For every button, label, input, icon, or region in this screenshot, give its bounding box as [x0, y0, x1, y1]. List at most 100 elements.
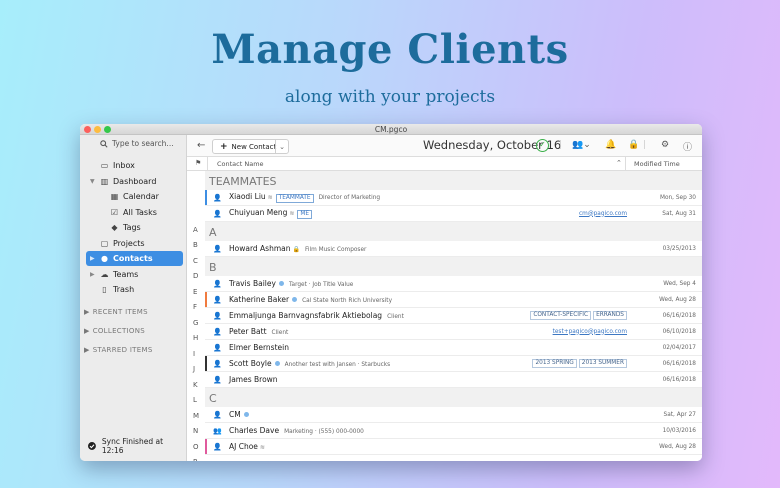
index-letter[interactable]: N [193, 427, 198, 435]
email-link[interactable]: test+pagico@pagico.com [553, 329, 627, 335]
index-letter[interactable]: D [193, 272, 198, 280]
sidebar-item-label: Trash [113, 285, 135, 294]
tag-label[interactable]: CONTACT-SPECIFIC [530, 311, 592, 320]
person-icon: 👤 [213, 410, 222, 419]
sort-chevron-icon[interactable]: ⌃ [616, 159, 622, 167]
column-divider [207, 157, 208, 170]
sidebar-item-tags[interactable]: ◆ Tags [110, 220, 141, 235]
calendar-icon: ▦ [110, 192, 119, 201]
table-row[interactable]: 👤 Howard Ashman 🔒 Film Music Composer 03/2… [205, 241, 702, 257]
color-label [205, 190, 207, 205]
inbox-icon: ▭ [100, 161, 109, 170]
section-collections[interactable]: ▶ COLLECTIONS [84, 327, 145, 335]
contact-subtitle: Marketing · (555) 000-0000 [284, 429, 364, 435]
app-window: CM.pgco Type to search... ▭ Inbox ▼ ▥ Da… [80, 124, 702, 461]
person-icon: 👤 [213, 442, 222, 451]
section-recent-items[interactable]: ▶ RECENT ITEMS [84, 308, 148, 316]
table-row[interactable]: 👤 Katherine Baker Cal State North Rich Un… [205, 292, 702, 308]
index-letter[interactable]: P [193, 458, 197, 461]
table-row[interactable]: 👤 Elmer Bernstein 02/04/2017 [205, 340, 702, 356]
tasks-icon: ☑ [110, 208, 119, 217]
contacts-icon: ● [101, 254, 108, 263]
tag-label[interactable]: 2013 SPRING [532, 359, 577, 368]
contact-name: Emmaljunga Barnvagnsfabrik Aktiebolag [229, 311, 383, 320]
table-row[interactable]: 👥 Charles Dave Marketing · (555) 000-0000… [205, 423, 702, 439]
trash-icon: ▯ [102, 285, 107, 294]
contact-name: Scott Boyle [229, 359, 272, 368]
disclosure-closed-icon[interactable]: ▶ [90, 255, 96, 262]
index-letter[interactable]: M [193, 412, 199, 420]
modified-time: Sat, Aug 31 [662, 210, 696, 217]
index-letter[interactable]: F [193, 303, 197, 311]
sidebar-item-projects[interactable]: ▢ Projects [100, 236, 145, 251]
index-letter[interactable]: A [193, 226, 198, 234]
group-header-c: C [205, 388, 702, 407]
index-letter[interactable]: J [193, 365, 195, 373]
lock-icon[interactable]: 🔒 [628, 140, 639, 150]
table-row[interactable]: 👤 James Brown 06/16/2018 [205, 372, 702, 388]
sidebar-item-label: Contacts [113, 254, 153, 263]
disclosure-closed-icon: ▶ [84, 327, 90, 335]
tag-label[interactable]: ERRANDS [593, 311, 627, 320]
index-letter[interactable]: O [193, 443, 199, 451]
back-arrow-icon[interactable]: ← [197, 140, 205, 151]
sidebar-item-inbox[interactable]: ▭ Inbox [100, 158, 135, 173]
index-letter[interactable]: B [193, 241, 198, 249]
index-letter[interactable]: I [193, 350, 195, 358]
tag-label[interactable]: 2013 SUMMER [578, 359, 627, 368]
sidebar-item-dashboard[interactable]: ▼ ▥ Dashboard [90, 174, 156, 189]
wifi-icon: ≋ [289, 210, 295, 217]
sidebar-item-label: Tags [123, 223, 141, 232]
search-placeholder: Type to search... [112, 139, 174, 148]
index-letter[interactable]: K [193, 381, 198, 389]
new-contact-button[interactable]: + New Contact ⌄ [212, 139, 289, 154]
section-starred-items[interactable]: ▶ STARRED ITEMS [84, 346, 153, 354]
hero-subtitle: along with your projects [284, 87, 496, 107]
column-modified-time[interactable]: Modified Time [634, 160, 680, 168]
disclosure-closed-icon[interactable]: ▶ [90, 271, 96, 278]
search-field[interactable]: Type to search... [100, 139, 174, 148]
sidebar-item-all-tasks[interactable]: ☑ All Tasks [110, 205, 157, 220]
table-row[interactable]: 👤 Peter Batt Client test+pagico@pagico.co… [205, 324, 702, 340]
table-row[interactable]: 👤 Travis Bailey Target · Job Title Value … [205, 276, 702, 292]
people-icon[interactable]: 👥⌄ [572, 140, 591, 150]
modified-time: 06/16/2018 [662, 312, 696, 319]
disclosure-open-icon[interactable]: ▼ [90, 178, 96, 185]
person-icon: 👤 [213, 295, 222, 304]
hero-title: Manage Clients [211, 26, 569, 73]
contact-list: TEAMMATES 👤 Xiaodi Liu ≋ TEAMMATE Director … [205, 171, 702, 461]
checkmark-icon[interactable]: ✓ [536, 139, 549, 152]
index-letter[interactable]: H [193, 334, 198, 342]
toolbar-divider: | [643, 140, 647, 150]
person-icon: 👤 [213, 343, 222, 352]
table-row[interactable]: 👤 Scott Boyle Another test with Jansen · … [205, 356, 702, 372]
bell-icon[interactable]: 🔔 [605, 140, 616, 150]
sync-text: Sync Finished at 12:16 [101, 437, 164, 455]
section-label: RECENT ITEMS [92, 308, 148, 316]
table-row[interactable]: 👤 Emmaljunga Barnvagnsfabrik Aktiebolag C… [205, 308, 702, 324]
index-letter[interactable]: G [193, 319, 198, 327]
title-bar: CM.pgco [80, 124, 702, 135]
sidebar-item-contacts[interactable]: ▶ ● Contacts [86, 251, 183, 266]
sidebar-item-calendar[interactable]: ▦ Calendar [110, 189, 159, 204]
index-letter[interactable]: C [193, 257, 198, 265]
contact-subtitle: Cal State North Rich University [302, 298, 393, 304]
contact-name: Chuiyuan Meng [229, 208, 288, 217]
info-icon[interactable]: ⓘ [683, 140, 692, 153]
table-row[interactable]: 👤 CM Sat, Apr 27 [205, 407, 702, 423]
teammate-badge: TEAMMATE [275, 194, 314, 203]
window-title: CM.pgco [374, 125, 408, 134]
flag-icon[interactable]: ⚑ [195, 159, 201, 167]
email-link[interactable]: cm@pagico.com [579, 211, 627, 217]
index-letter[interactable]: E [193, 288, 197, 296]
index-letter[interactable]: L [193, 396, 197, 404]
table-row[interactable]: 👤 AJ Choe ≋ Wed, Aug 28 [205, 439, 702, 455]
gear-icon[interactable]: ⚙ [661, 140, 669, 150]
sidebar-item-trash[interactable]: ▯ Trash [100, 282, 134, 297]
table-row[interactable]: 👤 Chuiyuan Meng ≋ ME cm@pagico.com Sat, Au… [205, 206, 702, 222]
group-icon: 👥 [213, 426, 222, 435]
column-contact-name[interactable]: Contact Name [217, 160, 264, 168]
table-row[interactable]: 👤 Xiaodi Liu ≋ TEAMMATE Director of Marketi… [205, 190, 702, 206]
sidebar-item-teams[interactable]: ▶ ☁ Teams [90, 267, 138, 282]
chevron-down-icon[interactable]: ⌄ [275, 140, 288, 153]
